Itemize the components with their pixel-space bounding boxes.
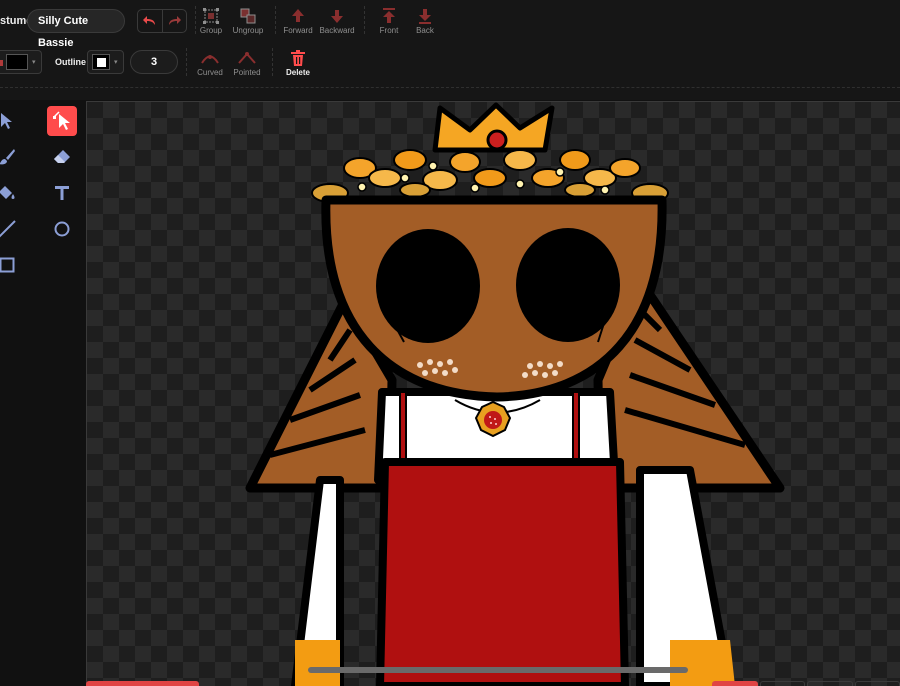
pointed-icon	[238, 52, 256, 64]
paint-canvas[interactable]	[87, 102, 900, 686]
chevron-down-icon: ▾	[114, 59, 118, 66]
pointed-button[interactable]: Pointed	[231, 50, 263, 77]
divider	[195, 6, 196, 34]
rectangle-tool[interactable]	[0, 250, 22, 280]
curved-label: Curved	[197, 68, 223, 77]
outline-color-picker[interactable]: ▾	[87, 50, 124, 74]
divider	[186, 48, 187, 76]
divider	[272, 48, 273, 76]
arrow-cursor-icon	[1, 113, 12, 129]
bottom-action-button[interactable]	[86, 681, 199, 686]
back-button[interactable]: Back	[411, 8, 439, 35]
delete-button[interactable]: Delete	[284, 50, 312, 77]
redo-button[interactable]	[161, 10, 187, 32]
bitmap-toggle[interactable]	[712, 681, 758, 686]
trash-icon	[291, 50, 305, 66]
tool-palette	[0, 100, 86, 686]
outline-width-input[interactable]: 3	[130, 50, 178, 74]
undo-icon	[142, 16, 155, 25]
horizontal-scrollbar[interactable]	[308, 667, 688, 673]
line-icon	[0, 220, 16, 238]
select-tool[interactable]	[0, 106, 22, 136]
costume-name-input[interactable]: Silly Cute Bassie	[27, 9, 125, 49]
fill-tool[interactable]	[0, 178, 22, 208]
zoom-reset-button[interactable]	[807, 681, 853, 686]
ungroup-icon	[240, 8, 256, 24]
paint-bucket-icon	[0, 186, 15, 199]
rectangle-icon	[0, 257, 15, 273]
reshape-tool[interactable]	[47, 106, 77, 136]
delete-label: Delete	[285, 68, 310, 77]
arrow-up-icon	[292, 9, 304, 22]
back-label: Back	[416, 26, 434, 35]
fill-color-picker[interactable]: ▾	[0, 50, 42, 74]
group-icon	[203, 8, 219, 24]
circle-tool[interactable]	[47, 214, 77, 244]
backward-button[interactable]: Backward	[318, 8, 356, 35]
ungroup-label: Ungroup	[232, 26, 264, 35]
arrow-bottom-icon	[419, 9, 431, 24]
chevron-down-icon: ▾	[32, 59, 36, 66]
arrow-down-icon	[331, 10, 343, 23]
front-button[interactable]: Front	[375, 8, 403, 35]
curved-button[interactable]: Curved	[195, 50, 225, 77]
text-icon	[55, 186, 69, 200]
reshape-icon	[53, 111, 70, 130]
costume-artwork	[245, 102, 785, 686]
brush-icon	[0, 149, 15, 165]
front-label: Front	[379, 26, 399, 35]
ungroup-button[interactable]: Ungroup	[230, 8, 266, 35]
paint-toolbar: stume Silly Cute Bassie Group Ungroup Fo…	[0, 0, 900, 100]
line-tool[interactable]	[0, 214, 22, 244]
backward-label: Backward	[319, 26, 355, 35]
zoom-out-button[interactable]	[759, 681, 805, 686]
eraser-tool[interactable]	[47, 142, 77, 172]
fill-swatch	[6, 54, 28, 70]
curved-icon	[201, 55, 219, 64]
divider	[275, 6, 276, 34]
toolbar-divider	[0, 87, 900, 88]
fill-indicator	[0, 60, 3, 66]
zoom-in-button[interactable]	[854, 681, 900, 686]
forward-button[interactable]: Forward	[282, 8, 314, 35]
zoom-controls	[712, 681, 900, 686]
outline-swatch	[92, 54, 110, 70]
forward-label: Forward	[283, 26, 313, 35]
eraser-icon	[54, 150, 70, 163]
outline-label: Outline	[55, 57, 86, 67]
pointed-label: Pointed	[233, 68, 261, 77]
circle-icon	[54, 221, 70, 237]
undo-redo-group	[137, 9, 187, 33]
group-label: Group	[199, 26, 223, 35]
divider	[364, 6, 365, 34]
arrow-top-icon	[383, 8, 395, 23]
text-tool[interactable]	[47, 178, 77, 208]
redo-icon	[169, 16, 182, 25]
brush-tool[interactable]	[0, 142, 22, 172]
undo-button[interactable]	[138, 10, 162, 32]
group-button[interactable]: Group	[197, 8, 225, 35]
